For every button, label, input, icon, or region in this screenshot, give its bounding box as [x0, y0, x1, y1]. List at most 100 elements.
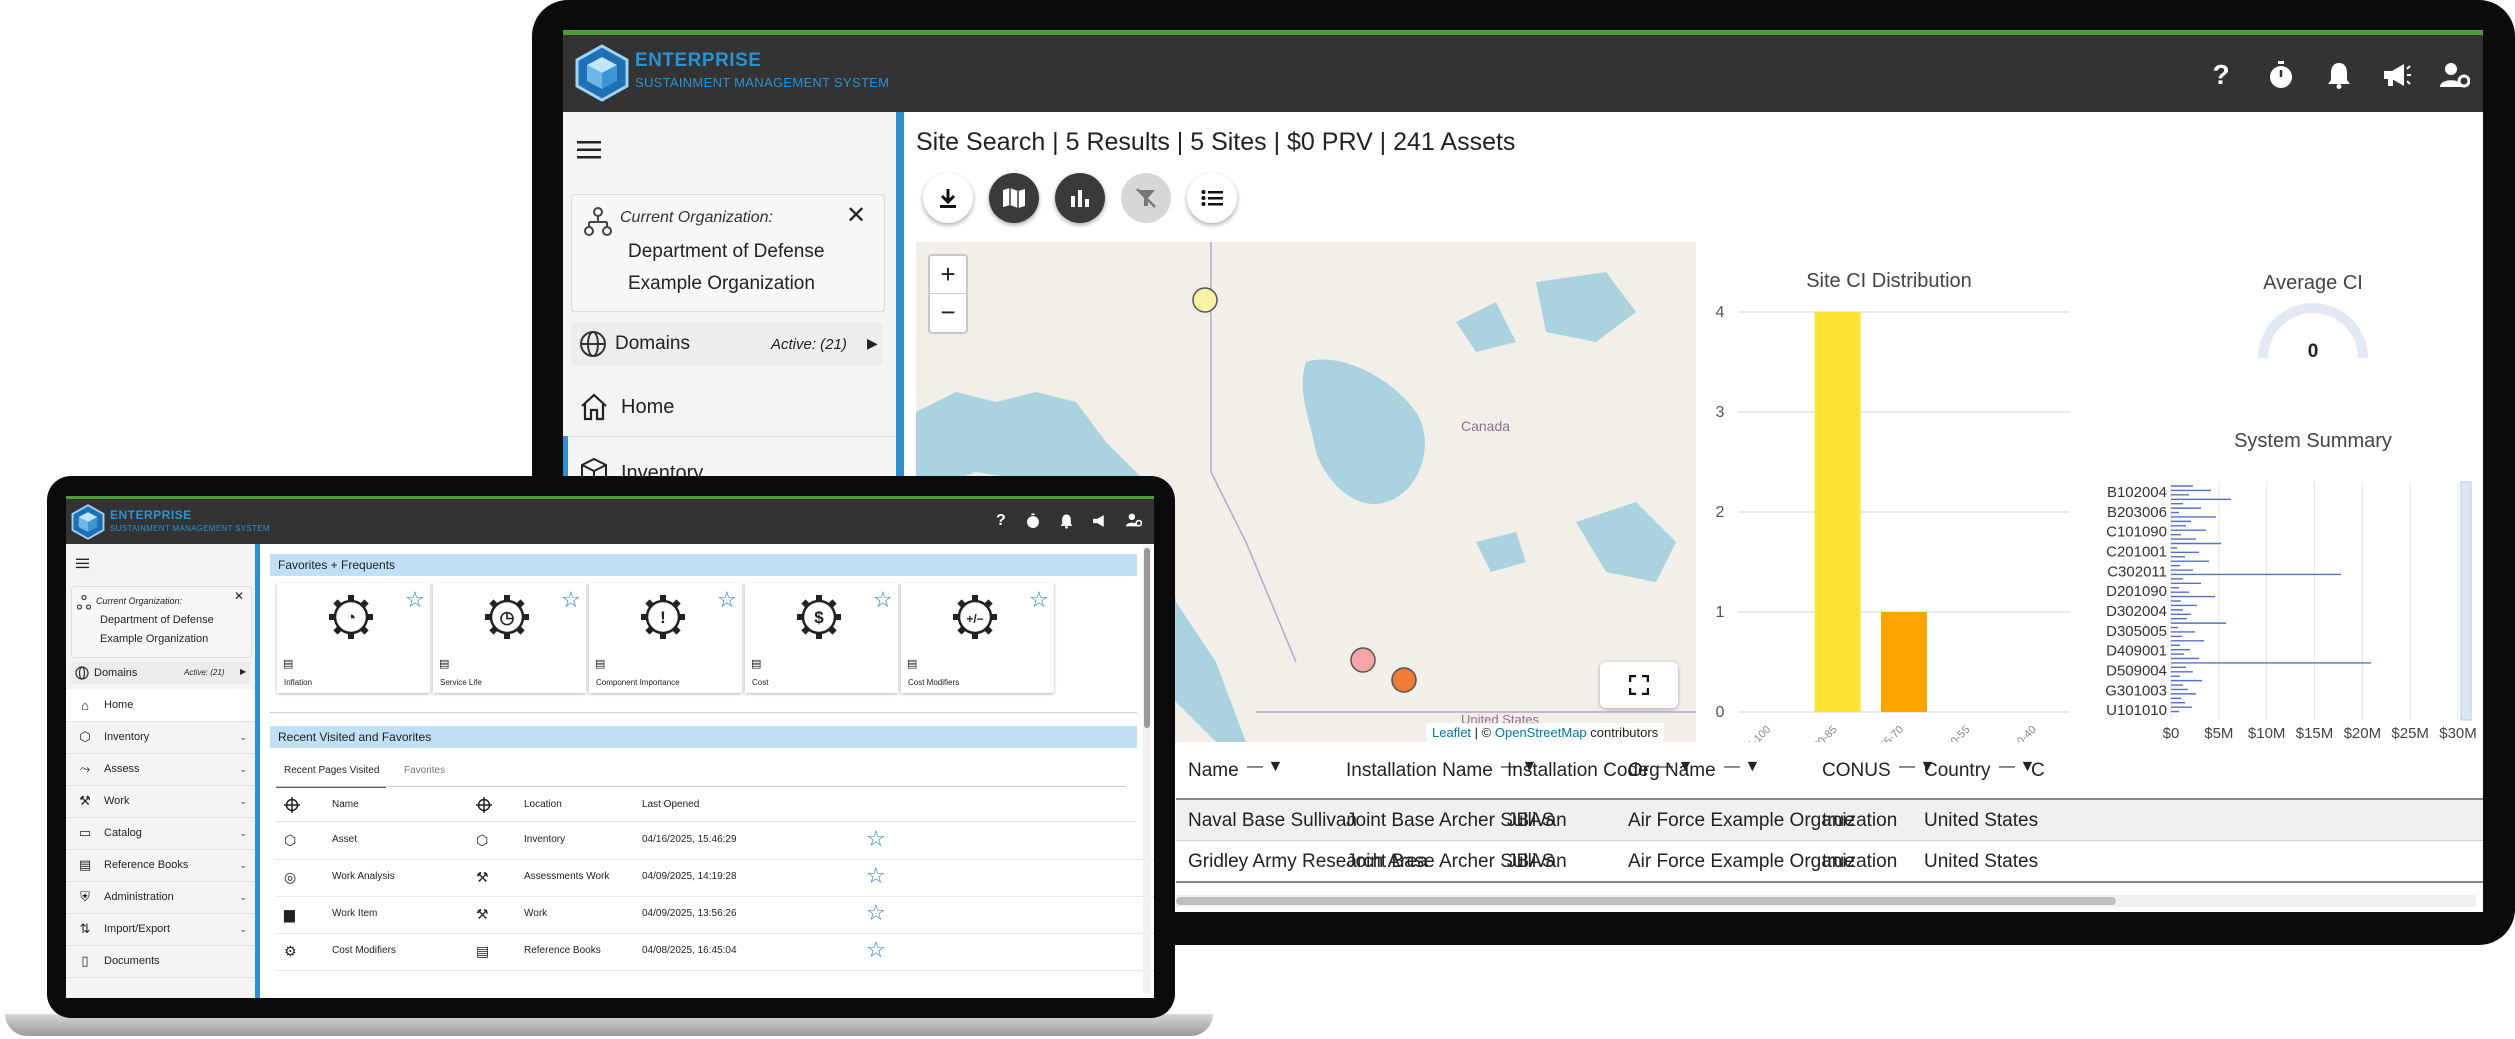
- favorite-card[interactable]: +/− ☆ ▤ Cost Modifiers: [901, 583, 1054, 693]
- org-hierarchy-icon: [584, 207, 612, 237]
- megaphone-icon[interactable]: [2379, 57, 2415, 93]
- megaphone-icon[interactable]: [1092, 514, 1108, 528]
- recent-table-header: Name Location Last Opened: [276, 788, 1136, 822]
- x-tick-label: $25M: [2391, 725, 2429, 742]
- recent-page-row[interactable]: ⬡ Asset ⬡ Inventory 04/16/2025, 15:46:29 ☆: [276, 822, 1154, 860]
- domains-row[interactable]: Domains Active: (21) ▶: [71, 662, 250, 684]
- favorite-star-icon[interactable]: ☆: [866, 826, 886, 852]
- tab-favorites[interactable]: Favorites: [396, 758, 476, 786]
- sidebar-item-home[interactable]: ⌂ Home: [66, 689, 255, 722]
- help-icon[interactable]: ?: [996, 512, 1006, 530]
- hamburger-menu-icon[interactable]: [76, 558, 89, 569]
- close-icon[interactable]: ✕: [846, 201, 866, 230]
- tab-recent-pages-label: Recent Pages Visited: [284, 765, 380, 776]
- system-summary-chart: System Summary $0 $5M $10M $15M $20M $25M $30M…: [2083, 400, 2483, 745]
- tab-recent-pages[interactable]: Recent Pages Visited: [276, 758, 386, 788]
- bell-icon[interactable]: [2321, 57, 2357, 93]
- timer-icon[interactable]: [2263, 57, 2299, 93]
- chart-view-button[interactable]: [1055, 173, 1105, 223]
- favorite-star-icon[interactable]: ☆: [866, 937, 886, 963]
- table-cell: Naval Base Sullivan: [1188, 810, 1357, 831]
- recent-page-row[interactable]: ◎ Work Analysis ⚒ Assessments Work 04/09/202…: [276, 859, 1154, 897]
- sidebar-item-catalog[interactable]: ▭ Catalog ⌄: [66, 817, 255, 850]
- fullscreen-button[interactable]: [1600, 662, 1678, 708]
- list-view-button[interactable]: [1187, 173, 1237, 223]
- favorite-star-icon[interactable]: ☆: [1029, 587, 1049, 613]
- column-header[interactable]: Org Name: [1628, 760, 1716, 782]
- filter-icon[interactable]: — ▼: [1724, 758, 1760, 776]
- cube-icon: ⬡: [476, 832, 489, 848]
- sidebar-item-reference-books[interactable]: ▤ Reference Books ⌄: [66, 849, 255, 882]
- favorite-star-icon[interactable]: ☆: [717, 587, 737, 613]
- leaflet-link[interactable]: Leaflet: [1432, 725, 1471, 740]
- table-cell: true: [1822, 810, 1855, 831]
- nav-home[interactable]: Home: [563, 378, 896, 437]
- user-gear-icon[interactable]: [2437, 57, 2473, 93]
- sidebar-item-assess[interactable]: ⤳ Assess ⌄: [66, 753, 255, 786]
- favorite-card[interactable]: ◷ ☆ ▤ Service Life: [433, 583, 586, 693]
- scrollbar-thumb[interactable]: [1144, 548, 1150, 728]
- books-icon: ▤: [751, 658, 762, 670]
- column-header[interactable]: Name: [1188, 760, 1239, 782]
- y-tick-label: 2: [1716, 504, 1725, 521]
- recent-page-name: Asset: [332, 834, 358, 845]
- column-header[interactable]: Installation Name: [1346, 760, 1493, 782]
- osm-link[interactable]: OpenStreetMap: [1495, 725, 1587, 740]
- crosshair-icon: [284, 797, 300, 813]
- chevron-down-icon: ⌄: [239, 859, 247, 870]
- gear-plusminus-icon: +/−: [951, 593, 999, 641]
- column-header[interactable]: Country: [1924, 760, 1991, 782]
- favorite-star-icon[interactable]: ☆: [561, 587, 581, 613]
- favorite-star-icon[interactable]: ☆: [866, 863, 886, 889]
- col-name-header: Name: [332, 799, 359, 810]
- clear-filter-button[interactable]: [1121, 173, 1171, 223]
- books-icon: ▤: [283, 658, 294, 670]
- sidebar-item-label: Assess: [104, 763, 140, 775]
- sidebar-item-inventory[interactable]: ⬡ Inventory ⌄: [66, 721, 255, 754]
- column-header[interactable]: CONUS: [1822, 760, 1891, 782]
- timer-icon[interactable]: [1026, 513, 1040, 529]
- recent-page-row[interactable]: ⚙ Cost Modifiers ▤ Reference Books 04/08/202…: [276, 933, 1154, 971]
- map-view-button[interactable]: [989, 173, 1039, 223]
- y-category-label: U101010: [2106, 702, 2167, 719]
- horizontal-scrollbar[interactable]: [1176, 895, 2476, 907]
- domains-row[interactable]: Domains Active: (21) ▶: [571, 322, 883, 366]
- ci-bar: [1814, 312, 1861, 712]
- org-name-line2: Example Organization: [628, 273, 815, 294]
- zoom-out-button[interactable]: −: [930, 294, 966, 331]
- domains-label: Domains: [615, 333, 690, 354]
- average-ci-value: 0: [2307, 341, 2319, 362]
- close-icon[interactable]: ✕: [234, 589, 244, 603]
- vertical-scrollbar[interactable]: [1143, 546, 1151, 994]
- site-marker: [1391, 667, 1417, 693]
- sidebar-item-documents[interactable]: ▯ Documents: [66, 945, 255, 978]
- hamburger-menu-icon[interactable]: [577, 140, 601, 160]
- favorite-star-icon[interactable]: ☆: [873, 587, 893, 613]
- sidebar-item-work[interactable]: ⚒ Work ⌄: [66, 785, 255, 818]
- filter-icon[interactable]: — ▼: [1247, 758, 1283, 776]
- favorite-card[interactable]: ! ☆ ▤ Component Importance: [589, 583, 742, 693]
- favorite-card[interactable]: ◔ ☆ ▤ Inflation: [277, 583, 430, 693]
- sidebar-item-import-export[interactable]: ⇅ Import/Export ⌄: [66, 913, 255, 946]
- help-icon[interactable]: ?: [2203, 57, 2239, 93]
- recent-page-row[interactable]: ▆ Work Item ⚒ Work 04/09/2025, 13:56:26 ☆: [276, 896, 1154, 934]
- zoom-in-button[interactable]: +: [930, 256, 966, 294]
- hammer-icon: ⚒: [79, 793, 91, 808]
- scrollbar-thumb[interactable]: [1176, 897, 2116, 905]
- user-gear-icon[interactable]: [1126, 513, 1142, 527]
- cube-icon: ⬡: [79, 729, 91, 744]
- books-icon: ▤: [595, 658, 606, 670]
- sidebar-item-administration[interactable]: ⛨ Administration ⌄: [66, 881, 255, 914]
- favorite-star-icon[interactable]: ☆: [866, 900, 886, 926]
- cube-icon: ⬡: [284, 832, 297, 848]
- bell-icon[interactable]: [1060, 513, 1073, 529]
- svg-text:$: $: [814, 608, 824, 627]
- favorite-card[interactable]: $ ☆ ▤ Cost: [745, 583, 898, 693]
- favorite-star-icon[interactable]: ☆: [405, 587, 425, 613]
- download-button[interactable]: [923, 173, 973, 223]
- recent-page-name: Work Item: [332, 908, 378, 919]
- column-header[interactable]: C: [2031, 760, 2045, 782]
- svg-text:!: !: [660, 608, 666, 627]
- y-category-label: D305005: [2106, 623, 2167, 640]
- filter-icon[interactable]: — ▼: [1999, 758, 2035, 776]
